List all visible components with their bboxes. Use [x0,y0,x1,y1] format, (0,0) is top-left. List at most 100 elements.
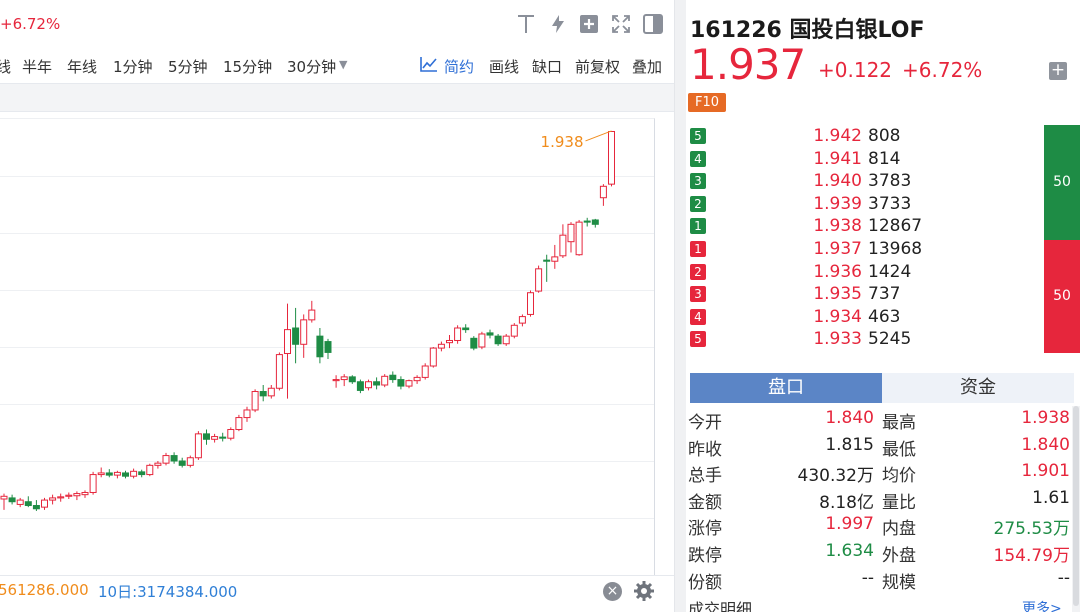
tab-year[interactable]: 年线 [67,56,97,77]
candle-body [243,409,251,419]
level-volume: 463 [868,306,901,327]
candle-body [502,335,510,345]
bid-row[interactable]: 4 1.934 463 [686,306,1080,329]
candle-body [591,219,599,225]
fullscreen-icon[interactable] [610,13,632,35]
ma5-volume: 561286.000 [0,581,89,599]
candle-body [73,493,81,497]
candle [518,314,526,327]
candle-body [575,221,583,256]
level-volume: 13968 [868,239,923,259]
candle-body [365,381,372,389]
candle [365,379,372,391]
change-percent-left: +6.72% [0,15,61,33]
level-volume: 3733 [868,193,912,214]
adjust-button[interactable]: 前复权 [575,56,620,77]
candle-body [356,381,364,391]
tab-half-year[interactable]: 半年 [22,56,52,77]
candle-body [551,256,559,262]
candle-body [478,333,486,348]
candle [591,218,599,228]
tab-15min[interactable]: 15分钟 [223,56,272,77]
bid-row[interactable]: 2 1.936 1424 [686,261,1080,284]
chevron-down-icon[interactable]: ▼ [339,58,347,71]
draw-line-button[interactable]: 画线 [489,56,519,77]
tab-orderbook[interactable]: 盘口 [690,373,882,403]
level-badge: 2 [690,195,706,212]
ask-row[interactable]: 1 1.938 12867 [686,215,1080,238]
close-icon[interactable]: × [603,582,622,601]
candle [81,490,89,498]
level-badge: 4 [690,308,706,325]
candle-body [316,335,324,358]
bid-row[interactable]: 1 1.937 13968 [686,238,1080,261]
candle [16,497,24,508]
lightning-icon[interactable] [547,13,569,35]
candle [243,406,251,422]
level-badge: 4 [690,150,706,167]
candle [583,217,591,227]
bid-row[interactable]: 3 1.935 737 [686,283,1080,306]
candle [599,184,607,206]
level-badge: 2 [690,263,706,280]
ask-row[interactable]: 5 1.942 808 [686,125,1080,148]
candle-body [186,457,194,466]
ask-row[interactable]: 4 1.941 814 [686,148,1080,171]
price-change: +0.122 [818,58,893,82]
panel-divider[interactable] [674,0,686,612]
candle [340,374,348,387]
more-link[interactable]: 更多> [1022,598,1062,612]
candle [543,254,551,282]
f10-button[interactable]: F10 [688,93,726,112]
panel-toggle-icon[interactable] [642,13,664,35]
candle-body [130,470,138,477]
stat-row: 昨收 1.815 最低 1.840 [686,433,1080,460]
stat-value: 430.32万 [797,466,874,487]
trend-icon[interactable] [420,56,438,76]
quote-panel: 161226 国投白银LOF 1.937 +0.122 +6.72% + F10… [686,0,1080,612]
ask-row[interactable]: 3 1.940 3783 [686,170,1080,193]
candlestick-chart[interactable]: 1.938 [0,118,655,575]
candle-body [32,505,40,510]
stat-value: 1.938 [1021,408,1070,428]
tab-30min[interactable]: 30分钟 [287,56,336,77]
level-badge: 3 [690,286,706,303]
tab-5min[interactable]: 5分钟 [168,56,208,77]
candle [162,452,170,466]
stat-value: 1.815 [825,434,874,455]
level-volume: 1424 [868,261,912,282]
tab-1min[interactable]: 1分钟 [113,56,153,77]
ask-row[interactable]: 2 1.939 3733 [686,193,1080,216]
gear-icon[interactable] [633,580,655,602]
add-box-icon[interactable] [578,13,600,35]
candle-body [105,472,113,476]
scrollbar-thumb[interactable] [1073,406,1079,606]
candle [348,375,356,384]
overlay-button[interactable]: 叠加 [632,56,662,77]
tab-funds[interactable]: 资金 [882,373,1074,403]
candle [178,457,186,468]
level-price: 1.934 [813,306,862,327]
period-tabs: 线 半年 年线 1分钟 5分钟 15分钟 30分钟 ▼ 简约 画线 缺口 前复权… [0,48,674,84]
level-badge: 5 [690,128,706,144]
candle-body [267,387,275,397]
stat-label: 金额 [688,492,722,513]
scrollbar[interactable] [1072,406,1080,612]
candle [567,222,575,253]
stat-label: 内盘 [882,519,916,540]
candle [105,469,113,478]
stat-value: 1.901 [1021,461,1070,482]
bid-row[interactable]: 5 1.933 5245 [686,328,1080,351]
simple-mode-button[interactable]: 简约 [444,56,474,77]
text-tool-icon[interactable] [515,13,537,35]
candlestick-svg: 1.938 [0,130,654,519]
tab-line[interactable]: 线 [0,56,11,77]
level-badge: 1 [690,218,706,235]
level-price: 1.939 [813,193,862,214]
gap-button[interactable]: 缺口 [532,56,562,77]
add-watchlist-button[interactable]: + [1049,62,1067,80]
level-price: 1.941 [813,148,862,169]
candle-body [470,337,478,349]
stat-row: 份额 -- 规模 -- [686,566,1080,593]
candle [32,500,40,511]
